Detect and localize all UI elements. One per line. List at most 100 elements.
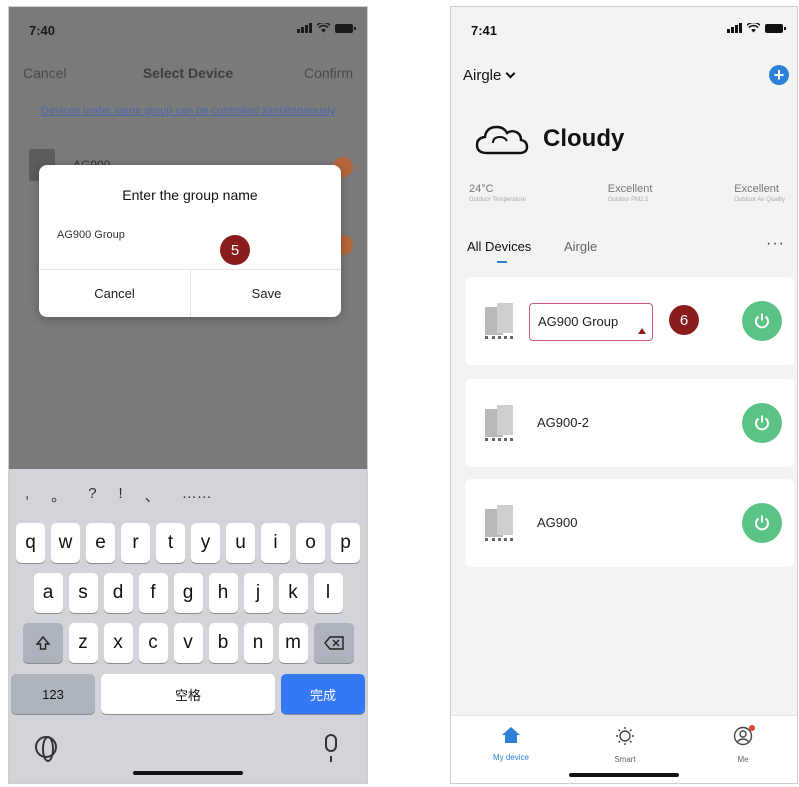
home-name: Airgle [463, 67, 502, 84]
device-card[interactable]: AG900-2 [465, 379, 794, 467]
suggestion-key[interactable]: 、 [145, 485, 160, 509]
group-hint-text: Devices under same group can be controll… [40, 105, 336, 117]
key[interactable]: j [243, 573, 273, 613]
notification-dot [749, 725, 755, 731]
numbers-key[interactable]: 123 [11, 674, 95, 714]
home-selector[interactable]: Airgle [463, 67, 516, 84]
suggestion-key[interactable]: ? [88, 485, 96, 509]
keyboard-row: q w e r t y u i o p [9, 523, 367, 563]
tab-me[interactable]: Me [703, 725, 783, 764]
dialog-title: Enter the group name [122, 187, 258, 203]
device-tabs: All Devices Airgle ··· [467, 235, 785, 269]
key[interactable]: s [68, 573, 98, 613]
weather-panel: Cloudy [473, 119, 624, 159]
key[interactable]: m [278, 623, 308, 663]
more-icon[interactable]: ··· [766, 235, 785, 253]
wifi-icon [747, 23, 760, 33]
tab-all-devices[interactable]: All Devices [467, 239, 531, 263]
cellular-signal-icon [297, 23, 312, 33]
key[interactable]: h [208, 573, 238, 613]
key[interactable]: x [103, 623, 133, 663]
device-thumbnail [485, 505, 513, 543]
metric-air-quality: Excellent Outdoor Air Quality [734, 183, 785, 203]
key[interactable]: g [173, 573, 203, 613]
key[interactable]: o [296, 523, 325, 563]
device-card[interactable]: AG900 Group 6 [465, 277, 794, 365]
cellular-signal-icon [727, 23, 742, 33]
tab-label: Me [737, 755, 749, 764]
chevron-down-icon [505, 68, 516, 79]
key[interactable]: b [208, 623, 238, 663]
tab-my-device[interactable]: My device [471, 726, 551, 762]
power-button[interactable] [742, 503, 782, 543]
tab-label: My device [492, 753, 529, 762]
key[interactable]: a [33, 573, 63, 613]
power-icon [755, 515, 769, 531]
suggestion-key[interactable]: ! [119, 485, 123, 509]
status-bar: 7:41 [451, 7, 797, 47]
battery-icon [765, 24, 786, 33]
power-button[interactable] [742, 403, 782, 443]
wifi-icon [317, 23, 330, 33]
group-name-input[interactable] [57, 229, 207, 241]
phone-select-device: 7:40 Cancel Select Device Confirm Device… [8, 6, 368, 784]
key[interactable]: f [138, 573, 168, 613]
power-icon [755, 415, 769, 431]
step-badge: 5 [220, 235, 250, 265]
keyboard: , 。 ? ! 、 …… q w e r t y u i o p a s d f… [9, 469, 367, 783]
caret-icon [638, 328, 646, 334]
power-icon [755, 313, 769, 329]
metric-pm25: Excellent Outdoor PM2.5 [607, 183, 653, 203]
device-card[interactable]: AG900 [465, 479, 794, 567]
key[interactable]: y [191, 523, 220, 563]
key[interactable]: q [16, 523, 45, 563]
key[interactable]: n [243, 623, 273, 663]
key[interactable]: w [51, 523, 80, 563]
key[interactable]: u [226, 523, 255, 563]
key[interactable]: l [313, 573, 343, 613]
device-name: AG900 [537, 515, 578, 530]
dialog-cancel-button[interactable]: Cancel [39, 269, 190, 317]
group-name-highlight[interactable]: AG900 Group [529, 303, 653, 341]
weather-text: Cloudy [543, 125, 625, 152]
battery-icon [335, 24, 356, 33]
keyboard-row: 123 空格 完成 [9, 674, 367, 714]
keyboard-row: a s d f g h j k l [9, 573, 367, 613]
power-button[interactable] [742, 301, 782, 341]
key[interactable]: v [173, 623, 203, 663]
status-time: 7:41 [471, 23, 498, 38]
tab-smart[interactable]: Smart [585, 726, 665, 764]
device-thumbnail [485, 303, 513, 341]
key[interactable]: i [261, 523, 290, 563]
done-key[interactable]: 完成 [281, 674, 365, 714]
key[interactable]: k [278, 573, 308, 613]
plus-icon[interactable]: + [769, 65, 789, 85]
space-key[interactable]: 空格 [101, 674, 275, 714]
nav-confirm-button[interactable]: Confirm [304, 65, 353, 81]
device-name: AG900-2 [537, 415, 590, 430]
step-badge: 6 [669, 305, 699, 335]
key[interactable]: z [68, 623, 98, 663]
key[interactable]: r [121, 523, 150, 563]
key[interactable]: t [156, 523, 185, 563]
device-thumbnail [485, 405, 513, 443]
key[interactable]: e [86, 523, 115, 563]
dialog-save-button[interactable]: Save [191, 269, 342, 317]
shift-icon [34, 635, 51, 650]
shift-key[interactable] [22, 623, 63, 663]
tab-label: Smart [614, 755, 636, 764]
tab-airgle[interactable]: Airgle [564, 239, 597, 254]
suggestion-key[interactable]: 。 [51, 485, 66, 509]
key[interactable]: d [103, 573, 133, 613]
globe-icon[interactable] [35, 736, 57, 762]
suggestion-key[interactable]: , [25, 485, 29, 509]
status-time: 7:40 [29, 23, 56, 38]
key[interactable]: c [138, 623, 168, 663]
delete-key[interactable] [313, 623, 354, 663]
backspace-icon [323, 636, 344, 650]
suggestion-key[interactable]: …… [182, 485, 212, 509]
microphone-icon[interactable] [325, 734, 337, 762]
key[interactable]: p [331, 523, 360, 563]
home-indicator [133, 771, 243, 775]
home-icon [502, 727, 520, 743]
